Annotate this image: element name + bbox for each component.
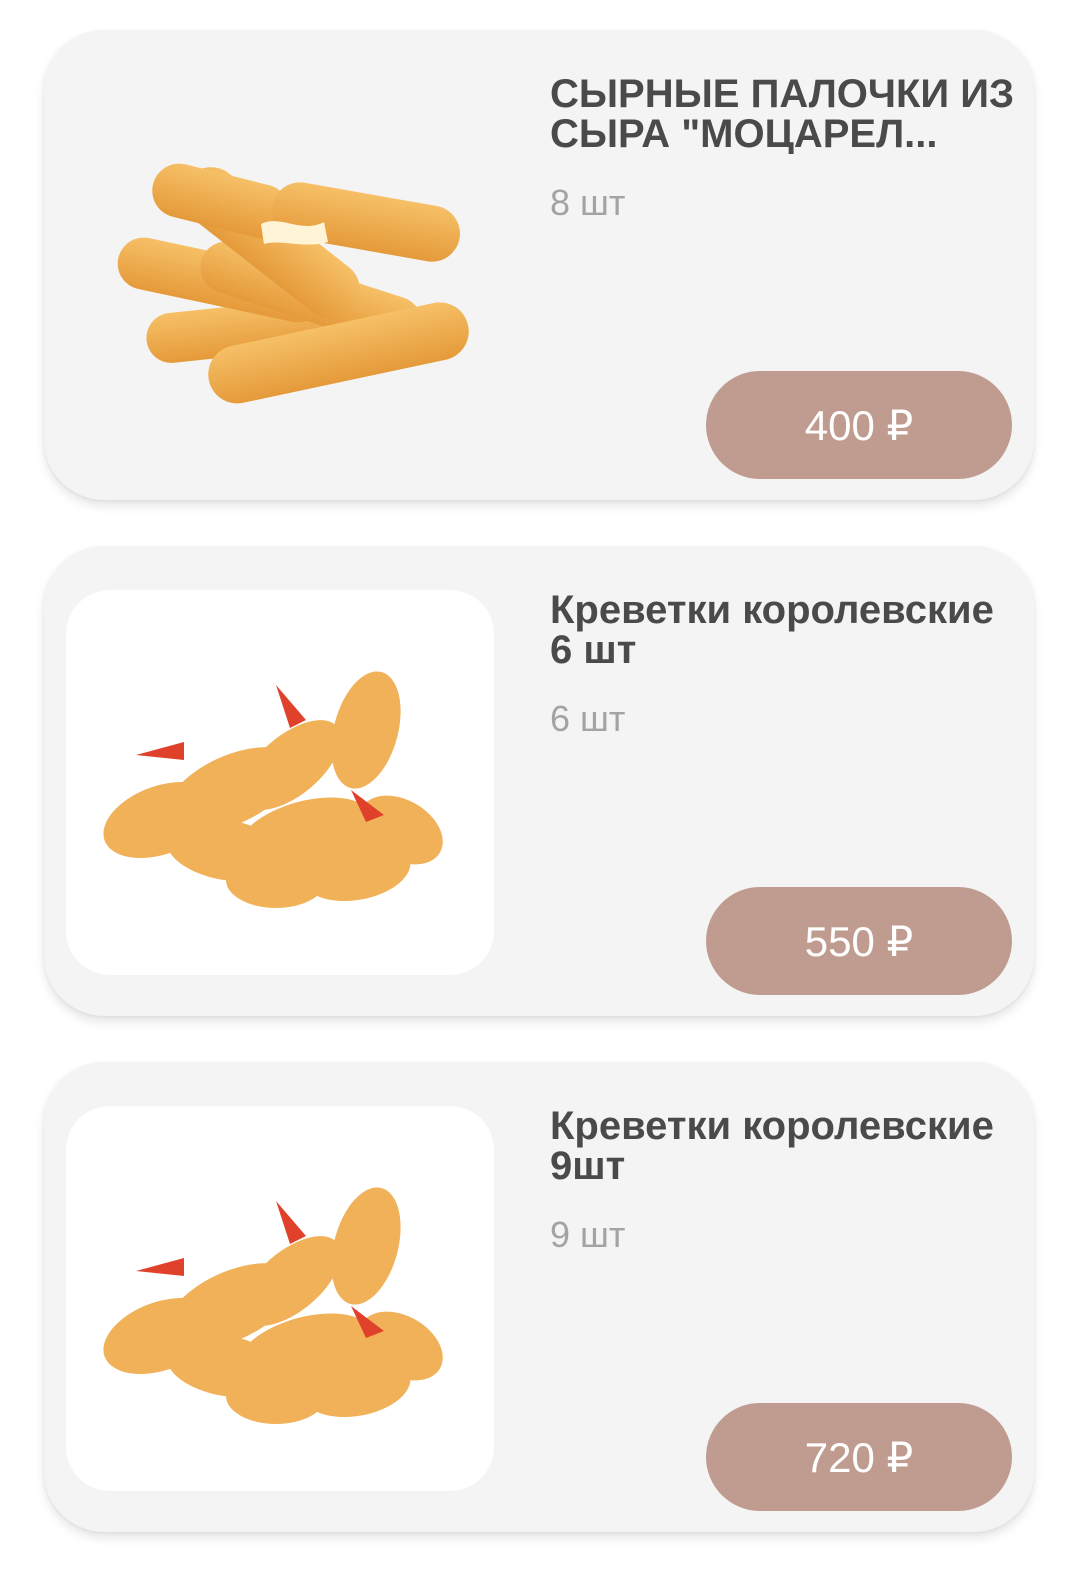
product-quantity: 9 шт: [550, 1214, 626, 1255]
product-card[interactable]: СЫРНЫЕ ПАЛОЧКИ ИЗ СЫРА "МОЦАРЕЛ... 8 шт …: [44, 30, 1034, 500]
product-card[interactable]: Креветки королевские 6 шт 6 шт 550 ₽: [44, 546, 1034, 1016]
product-list: СЫРНЫЕ ПАЛОЧКИ ИЗ СЫРА "МОЦАРЕЛ... 8 шт …: [0, 0, 1080, 1570]
price-button[interactable]: 550 ₽: [706, 887, 1012, 995]
price-button[interactable]: 720 ₽: [706, 1403, 1012, 1511]
product-title: Креветки королевские 9шт: [550, 1106, 994, 1186]
cheese-sticks-photo: [117, 163, 469, 404]
fried-shrimp-photo: [103, 1187, 443, 1424]
product-quantity: 8 шт: [550, 182, 626, 223]
product-title: Креветки королевские 6 шт: [550, 590, 994, 670]
product-card[interactable]: Креветки королевские 9шт 9 шт 720 ₽: [44, 1062, 1034, 1532]
product-image[interactable]: [66, 74, 494, 459]
price-button[interactable]: 400 ₽: [706, 371, 1012, 479]
product-quantity: 6 шт: [550, 698, 626, 739]
product-image[interactable]: [66, 590, 494, 975]
fried-shrimp-photo: [103, 671, 443, 908]
product-title: СЫРНЫЕ ПАЛОЧКИ ИЗ СЫРА "МОЦАРЕЛ...: [550, 74, 1015, 154]
product-image[interactable]: [66, 1106, 494, 1491]
